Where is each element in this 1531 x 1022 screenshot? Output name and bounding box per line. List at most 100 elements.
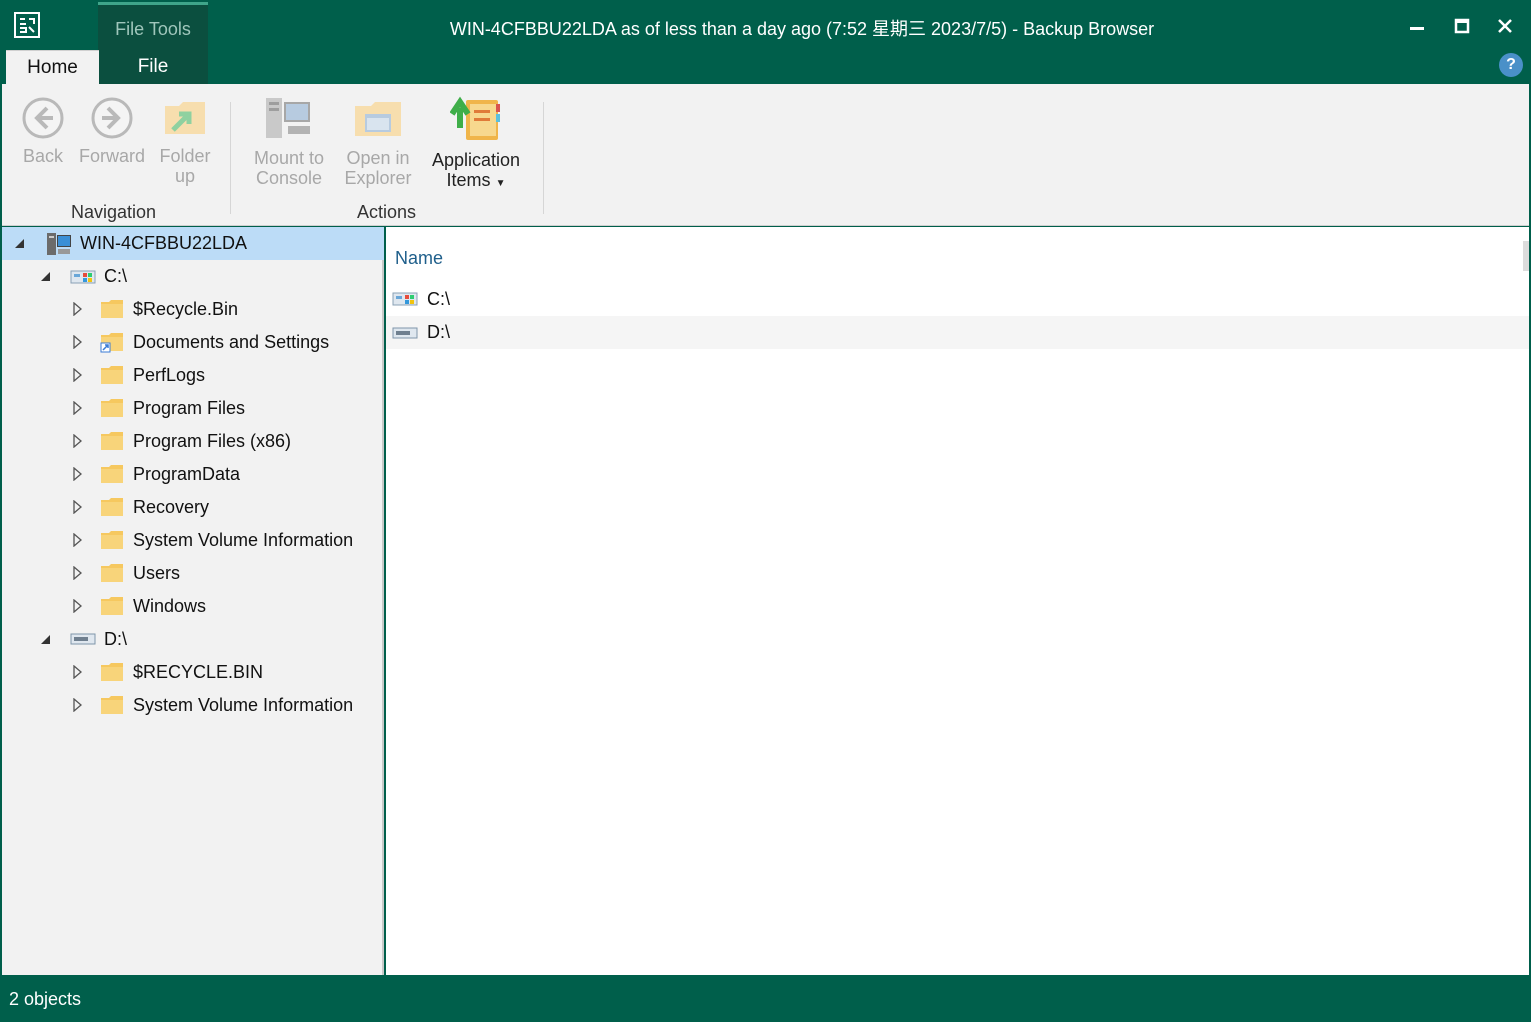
expand-triangle-icon[interactable] (72, 599, 84, 613)
status-object-count: 2 objects (9, 989, 82, 1009)
folder-icon (101, 531, 123, 549)
tree-label-root: WIN-4CFBBU22LDA (80, 233, 248, 253)
expand-triangle-icon[interactable] (72, 434, 84, 448)
tree-node-folder[interactable]: ProgramData (2, 458, 384, 491)
tree-node-root[interactable]: WIN-4CFBBU22LDA (2, 227, 384, 260)
open-in-explorer-button[interactable]: Open in Explorer (338, 96, 418, 188)
ribbon: Back Forward Folder up Navigation Mount … (2, 84, 1529, 226)
tab-file[interactable]: File (98, 50, 208, 84)
explorer-folder-icon (355, 102, 401, 136)
tree-label-folder: Documents and Settings (133, 332, 330, 352)
open-explorer-label-1: Open in (346, 148, 410, 168)
mount-label-2: Console (255, 168, 323, 188)
folder-icon (101, 498, 123, 516)
folder-icon (101, 696, 123, 714)
tree-label-c-drive: C:\ (104, 266, 128, 286)
open-explorer-label-2: Explorer (344, 168, 412, 188)
mount-to-console-button[interactable]: Mount to Console (244, 96, 334, 188)
back-button[interactable]: Back (14, 96, 72, 166)
tree-node-folder[interactable]: Documents and Settings (2, 326, 384, 359)
column-header-name[interactable]: Name (395, 248, 443, 269)
windows-drive-icon (392, 292, 418, 306)
tree-node-folder[interactable]: Windows (2, 590, 384, 623)
folder-icon (101, 432, 123, 450)
close-button[interactable] (1485, 10, 1525, 42)
windows-drive-icon (70, 270, 96, 284)
collapse-triangle-icon[interactable] (14, 236, 26, 250)
help-button[interactable]: ? (1499, 53, 1523, 77)
actions-group-label: Actions (357, 202, 417, 222)
tree-node-folder[interactable]: Users (2, 557, 384, 590)
file-tools-label: File Tools (115, 19, 191, 39)
veeam-logo-icon (14, 12, 40, 38)
folder-icon (101, 399, 123, 417)
expand-triangle-icon[interactable] (72, 698, 84, 712)
tree-label-folder: ProgramData (133, 464, 241, 484)
forward-arrow-icon (91, 97, 133, 139)
ribbon-separator (230, 102, 231, 214)
application-items-button[interactable]: Application Items ▼ (422, 96, 530, 194)
forward-button[interactable]: Forward (76, 96, 148, 166)
tree-node-folder[interactable]: $Recycle.Bin (2, 293, 384, 326)
folder-icon (101, 300, 123, 318)
tree-node-d-drive[interactable]: D:\ (2, 623, 384, 656)
tree-node-folder[interactable]: Program Files (x86) (2, 425, 384, 458)
folder-icon (101, 663, 123, 681)
back-label: Back (22, 146, 64, 166)
tree-label-folder: System Volume Information (133, 530, 354, 550)
folder-tree: WIN-4CFBBU22LDA C:\ $Recycle.Bin Documen… (2, 227, 384, 975)
app-items-label-1: Application (431, 150, 521, 170)
status-bar: 2 objects (2, 976, 1529, 1022)
collapse-triangle-icon[interactable] (40, 632, 52, 646)
close-icon (1498, 19, 1512, 33)
tree-node-folder[interactable]: Recovery (2, 491, 384, 524)
tree-node-folder[interactable]: System Volume Information (2, 524, 384, 557)
folder-shortcut-icon (100, 333, 123, 353)
maximize-button[interactable] (1442, 10, 1482, 42)
list-item-c-drive[interactable]: C:\ (386, 283, 1529, 316)
tree-node-folder[interactable]: PerfLogs (2, 359, 384, 392)
list-item-d-drive[interactable]: D:\ (386, 316, 1529, 349)
expand-triangle-icon[interactable] (72, 401, 84, 415)
back-arrow-icon (22, 97, 64, 139)
scrollbar[interactable] (1523, 241, 1529, 271)
expand-triangle-icon[interactable] (72, 566, 84, 580)
folder-icon (101, 366, 123, 384)
expand-triangle-icon[interactable] (72, 533, 84, 547)
title-bar: File Tools WIN-4CFBBU22LDA as of less th… (2, 2, 1529, 84)
tree-node-folder[interactable]: Program Files (2, 392, 384, 425)
folder-icon (101, 597, 123, 615)
ribbon-tabs: Home File ? (2, 50, 1529, 86)
minimize-icon (1410, 27, 1424, 30)
minimize-button[interactable] (1397, 10, 1437, 42)
tree-node-c-drive[interactable]: C:\ (2, 260, 384, 293)
drive-icon (392, 327, 418, 339)
tree-label-folder: Program Files (x86) (133, 431, 292, 451)
tree-label-folder: Windows (133, 596, 207, 616)
expand-triangle-icon[interactable] (72, 467, 84, 481)
folder-up-icon (165, 102, 205, 134)
ribbon-separator (543, 102, 544, 214)
expand-triangle-icon[interactable] (72, 302, 84, 316)
tree-node-folder[interactable]: $RECYCLE.BIN (2, 656, 384, 689)
expand-triangle-icon[interactable] (72, 335, 84, 349)
folder-icon (101, 564, 123, 582)
folder-up-label-1: Folder (159, 146, 211, 166)
tree-node-folder[interactable]: System Volume Information (2, 689, 384, 722)
tree-label-folder: System Volume Information (133, 695, 354, 715)
expand-triangle-icon[interactable] (72, 500, 84, 514)
list-item-label: D:\ (427, 322, 451, 342)
tree-label-d-drive: D:\ (104, 629, 128, 649)
collapse-triangle-icon[interactable] (40, 269, 52, 283)
tab-home[interactable]: Home (6, 50, 99, 86)
dropdown-arrow-icon: ▼ (495, 178, 506, 189)
navigation-group-label: Navigation (71, 202, 157, 222)
folder-up-button[interactable]: Folder up (154, 96, 216, 186)
expand-triangle-icon[interactable] (72, 368, 84, 382)
tree-label-folder: Recovery (133, 497, 210, 517)
application-items-icon (450, 96, 500, 140)
backup-browser-window: File Tools WIN-4CFBBU22LDA as of less th… (0, 0, 1531, 1022)
tree-label-folder: PerfLogs (133, 365, 206, 385)
tree-label-folder: Program Files (133, 398, 246, 418)
expand-triangle-icon[interactable] (72, 665, 84, 679)
